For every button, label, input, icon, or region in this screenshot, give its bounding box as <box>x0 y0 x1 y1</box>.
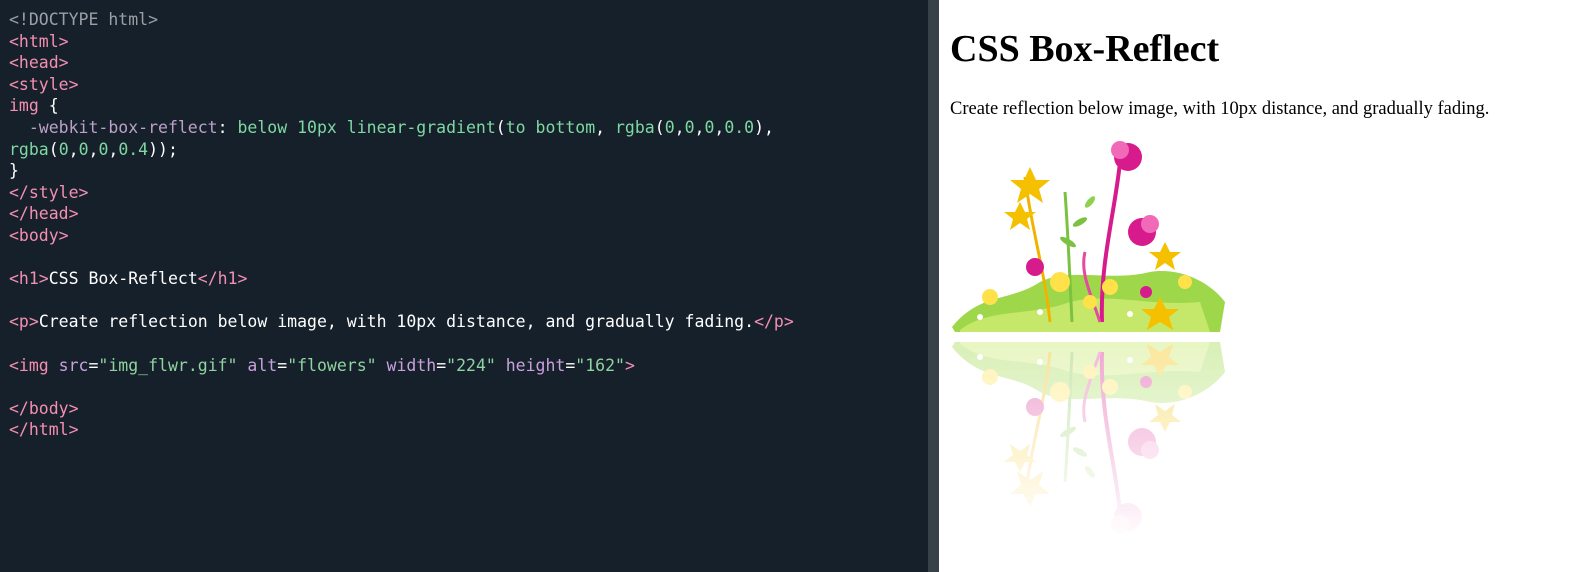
code-token-attr: width <box>376 355 437 375</box>
code-line: <p>Create reflection below image, with 1… <box>9 311 928 333</box>
code-token-num: 0 <box>684 117 695 137</box>
code-token-tag: <h1> <box>9 269 49 289</box>
code-line: <html> <box>9 31 928 53</box>
code-token-tag: > <box>624 355 635 375</box>
code-token-punct: , <box>694 117 705 137</box>
result-preview: CSS Box-Reflect Create reflection below … <box>939 0 1589 572</box>
code-line: } <box>9 160 928 182</box>
code-token-tag: <img <box>9 355 59 375</box>
code-token-text: CSS Box-Reflect <box>48 269 198 289</box>
code-token-punct: ), <box>754 117 774 137</box>
code-token-num: 0 <box>58 139 69 159</box>
code-token-doctype: <!DOCTYPE html> <box>9 10 159 29</box>
code-token-val: rgba <box>9 139 49 159</box>
code-token-punct: : <box>217 117 238 137</box>
code-token-str: "224" <box>446 355 496 375</box>
code-token-val: below 10px linear-gradient <box>237 117 496 137</box>
code-token-sel: img <box>9 96 49 116</box>
code-token-punct: , <box>88 139 99 159</box>
code-token-punct: , <box>595 117 615 137</box>
code-token-prop: -webkit-box-reflect <box>9 117 218 137</box>
code-token-num: 0 <box>78 139 89 159</box>
code-token-punct: = <box>565 355 576 375</box>
code-token-num: 0 <box>704 117 715 137</box>
code-token-attr: src <box>58 355 89 375</box>
code-token-tag: <head> <box>9 53 69 73</box>
preview-paragraph: Create reflection below image, with 10px… <box>950 99 1490 119</box>
code-line: <img src="img_flwr.gif" alt="flowers" wi… <box>9 355 928 377</box>
code-line: -webkit-box-reflect: below 10px linear-g… <box>9 117 928 139</box>
code-line: <head> <box>9 52 928 74</box>
code-token-punct: = <box>436 355 447 375</box>
code-token-tag: </h1> <box>197 269 248 289</box>
code-token-str: "162" <box>575 355 625 375</box>
code-token-punct: , <box>68 139 79 159</box>
code-token-tag: </head> <box>9 204 79 224</box>
code-editor[interactable]: <!DOCTYPE html> <html> <head> <style> img { … <box>0 0 928 572</box>
code-line: <body> <box>9 225 928 247</box>
code-token-val: rgba <box>615 117 655 137</box>
code-token-tag: <html> <box>9 31 69 51</box>
code-token-tag: <p> <box>9 312 39 332</box>
code-token-tag: </p> <box>754 312 794 332</box>
code-token-tag: </body> <box>9 398 79 418</box>
code-token-punct: , <box>674 117 685 137</box>
code-token-punct: )); <box>148 139 178 159</box>
flowers-picture <box>952 141 1225 332</box>
code-token-punct: ( <box>495 117 506 137</box>
code-line: rgba(0,0,0,0.4)); <box>9 139 928 161</box>
code-token-str: "img_flwr.gif" <box>98 355 238 375</box>
code-token-val: to bottom <box>505 117 596 137</box>
preview-heading: CSS Box-Reflect <box>950 28 1220 70</box>
code-token-punct: ( <box>654 117 665 137</box>
code-token-num: 0 <box>98 139 109 159</box>
code-line: <style> <box>9 74 928 96</box>
code-token-punct: = <box>88 355 99 375</box>
code-token-punct: { <box>48 96 59 116</box>
code-token-num: 0.4 <box>118 139 149 159</box>
code-token-tag: <style> <box>9 74 79 94</box>
code-token-tag: </style> <box>9 182 89 202</box>
code-token-tag: </html> <box>9 420 79 440</box>
code-line: </head> <box>9 203 928 225</box>
code-token-num: 0.0 <box>724 117 755 137</box>
code-token-attr: height <box>495 355 566 375</box>
code-token-punct: , <box>108 139 119 159</box>
code-line: </style> <box>9 182 928 204</box>
code-token-attr: alt <box>237 355 278 375</box>
code-token-punct: = <box>277 355 288 375</box>
pane-splitter[interactable] <box>928 0 939 572</box>
code-line: <h1>CSS Box-Reflect</h1> <box>9 268 928 290</box>
flowers-image <box>950 132 1230 562</box>
code-token-punct: ( <box>48 139 59 159</box>
code-token-num: 0 <box>664 117 675 137</box>
code-line: </html> <box>9 419 928 441</box>
code-token-tag: <body> <box>9 225 69 245</box>
code-token-punct: , <box>714 117 725 137</box>
code-token-text: Create reflection below image, with 10px… <box>38 312 755 332</box>
code-line: </body> <box>9 398 928 420</box>
code-line: <!DOCTYPE html> <box>9 9 928 31</box>
code-token-str: "flowers" <box>287 355 377 375</box>
code-line: img { <box>9 95 928 117</box>
flowers-reflection <box>952 342 1225 533</box>
code-token-punct: } <box>9 161 19 181</box>
